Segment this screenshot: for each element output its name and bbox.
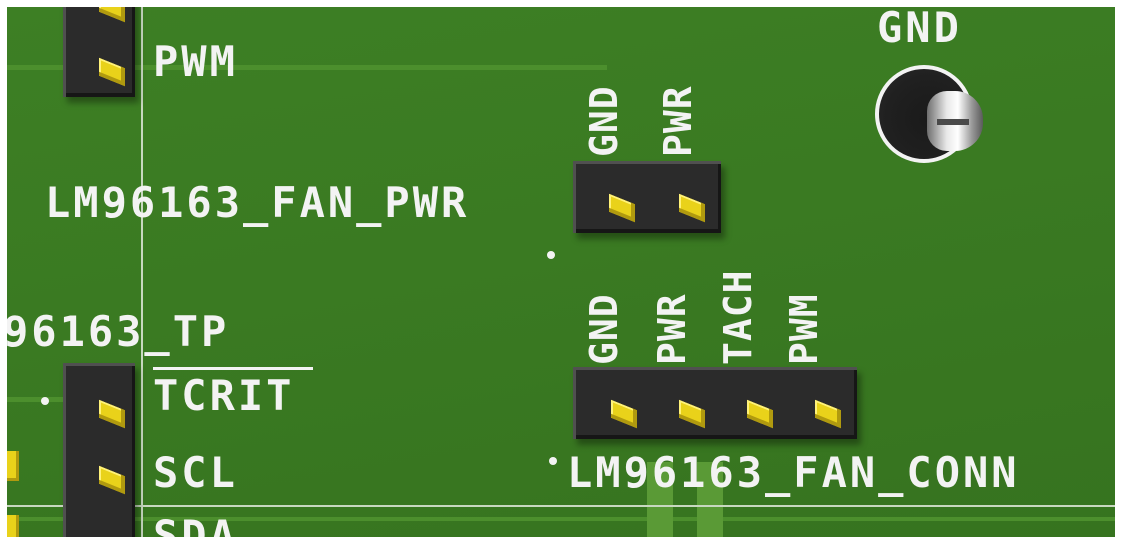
- tcrit-overline: [153, 367, 313, 370]
- pin-label-gnd: GND: [582, 85, 626, 157]
- pin-label-scl: SCL: [153, 448, 238, 497]
- partial-component: [7, 451, 19, 481]
- header-fan-pwr: [573, 161, 721, 233]
- pin-label-pwr: PWR: [650, 293, 694, 365]
- pcb-board: PWM GND PWR LM96163_FAN_PWR 96163_TP TCR…: [7, 7, 1115, 537]
- ref-designator-fan-pwr: LM96163_FAN_PWR: [45, 178, 470, 227]
- pin-label-sda: SDA: [153, 511, 238, 537]
- pcb-trace: [7, 397, 67, 402]
- pin-label-pwm: PWM: [782, 293, 826, 365]
- gnd-pin-notch: [937, 119, 969, 125]
- ref-designator-fan-conn: LM96163_FAN_CONN: [567, 448, 1020, 497]
- pin-label-tcrit: TCRIT: [153, 371, 295, 420]
- pin-label-pwr: PWR: [656, 85, 700, 157]
- gnd-label: GND: [877, 7, 962, 52]
- pin1-marker: [547, 251, 555, 259]
- header-tp: [63, 363, 135, 537]
- pin1-marker: [41, 397, 49, 405]
- guide-line: [7, 505, 1115, 507]
- pin-label-tach: TACH: [716, 269, 760, 365]
- ref-designator-tp: 96163_TP: [7, 307, 230, 356]
- pin-label-gnd: GND: [582, 293, 626, 365]
- pin1-marker: [549, 457, 557, 465]
- guide-line: [141, 7, 143, 537]
- pin-label-pwm: PWM: [153, 37, 238, 86]
- partial-component: [7, 515, 19, 537]
